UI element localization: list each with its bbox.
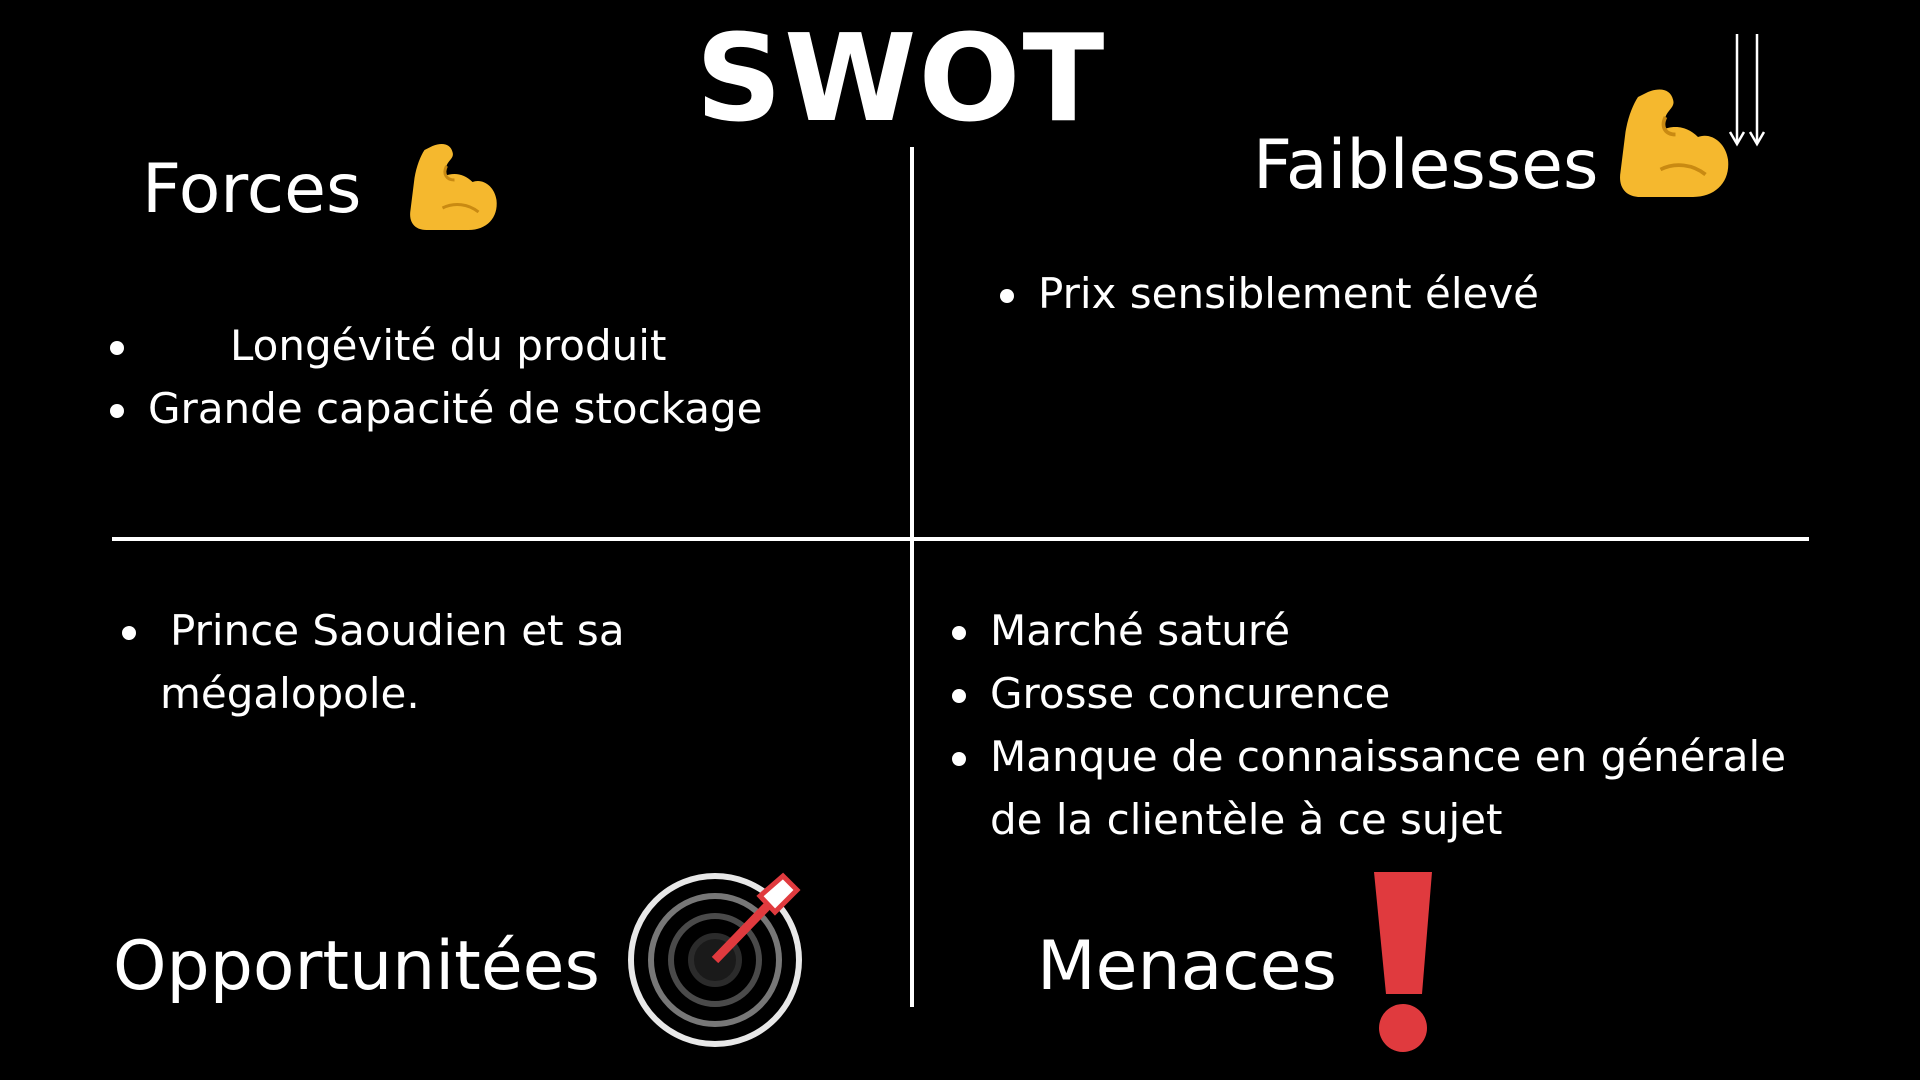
flexed-biceps-icon xyxy=(410,144,497,230)
list-item: Grosse concurence xyxy=(952,662,1850,725)
red-exclamation-icon xyxy=(1374,872,1432,1052)
vertical-divider xyxy=(910,147,914,1007)
forces-heading: Forces xyxy=(142,150,362,229)
opportunites-list: Prince Saoudien et sa mégalopole. xyxy=(122,599,680,725)
list-item-text: Grande capacité de stockage xyxy=(148,384,763,433)
list-item: Marché saturé xyxy=(952,599,1850,662)
list-item: Manque de connaissance en générale de la… xyxy=(952,725,1850,851)
horizontal-divider xyxy=(112,537,1809,541)
list-item: Prix sensiblement élevé xyxy=(1000,262,1539,325)
bullseye-target-icon xyxy=(628,872,802,1047)
list-item-text: Prix sensiblement élevé xyxy=(1038,269,1540,318)
list-item-text: Grosse concurence xyxy=(990,669,1391,718)
list-item-text: Marché saturé xyxy=(990,606,1291,655)
menaces-list: Marché saturé Grosse concurence Manque d… xyxy=(952,599,1850,851)
faiblesses-list: Prix sensiblement élevé xyxy=(1000,262,1539,325)
flexed-biceps-icon xyxy=(1620,89,1729,197)
list-item-text: Longévité du produit xyxy=(230,321,667,370)
list-item-text: Prince Saoudien et sa mégalopole. xyxy=(160,606,625,718)
menaces-heading: Menaces xyxy=(1037,927,1337,1006)
list-item-text: Manque de connaissance en générale de la… xyxy=(990,732,1787,844)
forces-list: Longévité du produit Grande capacité de … xyxy=(110,314,762,440)
down-arrows-icon xyxy=(1728,34,1766,147)
opportunites-heading: Opportunitées xyxy=(113,927,600,1006)
list-item: Grande capacité de stockage xyxy=(110,377,762,440)
list-item: Longévité du produit xyxy=(110,314,762,377)
faiblesses-heading: Faiblesses xyxy=(1253,126,1599,205)
list-item: Prince Saoudien et sa mégalopole. xyxy=(122,599,680,725)
